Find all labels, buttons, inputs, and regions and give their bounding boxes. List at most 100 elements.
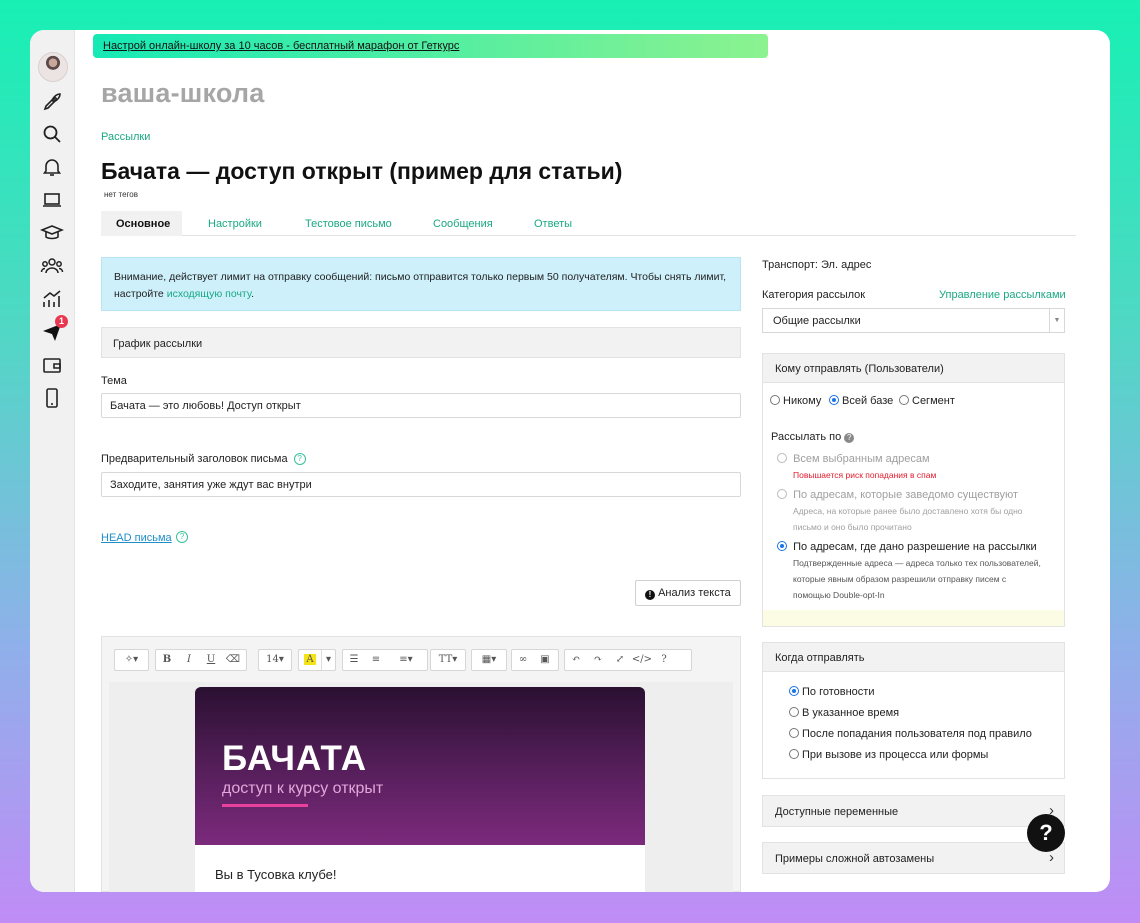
italic-icon[interactable]: I bbox=[178, 650, 200, 670]
tab-settings[interactable]: Настройки bbox=[208, 211, 262, 236]
send-by-label: Рассылать по ? bbox=[771, 431, 855, 443]
school-name: ваша-школа bbox=[101, 78, 265, 108]
radio-icon bbox=[777, 541, 787, 551]
search-icon[interactable] bbox=[40, 122, 64, 146]
outgoing-mail-link[interactable]: исходящую почту bbox=[167, 288, 251, 300]
when-option-rule[interactable]: После попадания пользователя под правило bbox=[789, 728, 1032, 740]
subject-input[interactable]: Бачата — это любовь! Доступ открыт bbox=[101, 393, 741, 418]
chevron-down-icon: ▼ bbox=[1049, 309, 1064, 332]
tab-main[interactable]: Основное bbox=[101, 211, 182, 236]
chevron-down-icon[interactable]: ▾ bbox=[321, 650, 335, 670]
send-by-option-permitted[interactable]: По адресам, где дано разрешение на рассы… bbox=[777, 541, 1037, 553]
when-option-time-label: В указанное время bbox=[802, 707, 900, 719]
tab-messages[interactable]: Сообщения bbox=[433, 211, 493, 236]
send-by-option-all-label: Всем выбранным адресам bbox=[793, 453, 930, 465]
breadcrumb[interactable]: Рассылки bbox=[101, 131, 150, 143]
phone-icon[interactable] bbox=[40, 386, 64, 410]
undo-icon[interactable]: ↶ bbox=[565, 650, 587, 670]
bold-icon[interactable]: B bbox=[156, 650, 178, 670]
recipient-option-none[interactable]: Никому bbox=[770, 395, 821, 407]
highlight-icon[interactable]: A bbox=[299, 650, 321, 670]
when-title: Когда отправлять bbox=[763, 643, 1064, 672]
fullscreen-icon[interactable]: ⤢ bbox=[609, 650, 631, 670]
underline-icon[interactable]: U bbox=[200, 650, 222, 670]
send-by-option-existing[interactable]: По адресам, которые заведомо существуют bbox=[777, 489, 1018, 501]
color-group: A ▾ bbox=[298, 649, 336, 671]
when-option-ready[interactable]: По готовности bbox=[789, 686, 874, 698]
send-by-option-all[interactable]: Всем выбранным адресам bbox=[777, 453, 930, 465]
rocket-icon[interactable] bbox=[40, 90, 64, 114]
radio-icon bbox=[777, 489, 787, 499]
category-label: Категория рассылок bbox=[762, 289, 866, 301]
help-icon[interactable]: ? bbox=[653, 650, 675, 670]
help-fab-button[interactable]: ? bbox=[1027, 814, 1065, 852]
autoreplace-panel[interactable]: Примеры сложной автозамены › bbox=[762, 842, 1065, 874]
eraser-icon[interactable]: ⌫ bbox=[222, 650, 244, 670]
preheader-input[interactable]: Заходите, занятия уже ждут вас внутри bbox=[101, 472, 741, 497]
wallet-icon[interactable] bbox=[40, 353, 64, 377]
font-size-number: 14 bbox=[266, 654, 279, 665]
analyze-text-label: Анализ текста bbox=[658, 587, 731, 599]
recipient-option-none-label: Никому bbox=[783, 395, 822, 407]
bullet-list-icon[interactable]: ☰ bbox=[343, 650, 365, 670]
preheader-label-text: Предварительный заголовок письма bbox=[101, 453, 288, 465]
head-link[interactable]: HEAD письма bbox=[101, 532, 172, 544]
manage-mailings-link[interactable]: Управление рассылками bbox=[939, 289, 1066, 301]
text-style-button[interactable]: TT▾ bbox=[430, 649, 466, 671]
promo-banner[interactable]: Настрой онлайн-школу за 10 часов - беспл… bbox=[93, 34, 768, 58]
info-icon: ! bbox=[645, 590, 655, 600]
when-option-ready-label: По готовности bbox=[802, 686, 875, 698]
email-body: Вы в Тусовка клубе! bbox=[195, 845, 645, 892]
chart-icon[interactable] bbox=[40, 287, 64, 311]
help-icon[interactable]: ? bbox=[844, 433, 855, 443]
magic-wand-button[interactable]: ✧▾ bbox=[114, 649, 149, 671]
bell-icon[interactable] bbox=[40, 155, 64, 179]
font-size-value: 14▾ bbox=[266, 654, 284, 665]
graduation-cap-icon[interactable] bbox=[39, 221, 65, 245]
numbered-list-icon[interactable]: ≡ bbox=[365, 650, 387, 670]
when-option-process[interactable]: При вызове из процесса или формы bbox=[789, 749, 988, 761]
tab-replies[interactable]: Ответы bbox=[534, 211, 572, 236]
font-size-select[interactable]: 14▾ bbox=[258, 649, 292, 671]
radio-icon bbox=[789, 686, 799, 696]
variables-panel[interactable]: Доступные переменные › bbox=[762, 795, 1065, 827]
recipients-title: Кому отправлять (Пользователи) bbox=[763, 354, 1064, 383]
transport-label: Транспорт: Эл. адрес bbox=[762, 259, 872, 271]
table-button[interactable]: ▦▾ bbox=[471, 649, 507, 671]
help-icon[interactable]: ? bbox=[176, 531, 188, 543]
hero-subtitle: доступ к курсу открыт bbox=[222, 780, 384, 797]
category-select[interactable]: Общие рассылки ▼ bbox=[762, 308, 1065, 333]
send-by-option-existing-note: Адреса, на которые ранее было доставлено… bbox=[793, 506, 1023, 532]
avatar[interactable] bbox=[38, 52, 68, 82]
head-link-text[interactable]: HEAD письма bbox=[101, 532, 172, 544]
page-title: Бачата — доступ открыт (пример для стать… bbox=[101, 158, 623, 184]
category-select-value: Общие рассылки bbox=[773, 315, 861, 327]
magic-wand-icon: ✧▾ bbox=[124, 654, 139, 665]
email-body-text: Вы в Тусовка клубе! bbox=[215, 867, 337, 882]
tab-test-email[interactable]: Тестовое письмо bbox=[305, 211, 392, 236]
box-footer bbox=[763, 610, 1064, 626]
radio-icon bbox=[899, 395, 909, 405]
tags-label[interactable]: нет тегов bbox=[104, 190, 138, 199]
autoreplace-panel-label: Примеры сложной автозамены bbox=[775, 853, 935, 865]
link-icon[interactable]: ∞ bbox=[512, 650, 534, 670]
when-option-time[interactable]: В указанное время bbox=[789, 707, 899, 719]
code-icon[interactable]: </> bbox=[631, 650, 653, 670]
radio-icon bbox=[829, 395, 839, 405]
redo-icon[interactable]: ↷ bbox=[587, 650, 609, 670]
editor-canvas[interactable]: БАЧАТА доступ к курсу открыт Вы в Тусовк… bbox=[109, 682, 733, 892]
radio-icon bbox=[777, 453, 787, 463]
send-by-option-existing-label: По адресам, которые заведомо существуют bbox=[793, 489, 1019, 501]
tab-bar: Основное Настройки Тестовое письмо Сообщ… bbox=[101, 211, 1076, 236]
sidebar: 1 bbox=[30, 30, 75, 892]
help-icon[interactable]: ? bbox=[293, 453, 306, 466]
recipient-option-segment[interactable]: Сегмент bbox=[899, 395, 955, 407]
image-icon[interactable]: ▣ bbox=[534, 650, 556, 670]
laptop-icon[interactable] bbox=[40, 188, 64, 212]
align-icon[interactable]: ≡▾ bbox=[387, 650, 425, 670]
send-by-label-text: Рассылать по bbox=[771, 431, 842, 443]
users-icon[interactable] bbox=[40, 254, 64, 278]
schedule-panel[interactable]: График рассылки bbox=[101, 327, 741, 358]
analyze-text-button[interactable]: ! Анализ текста bbox=[635, 580, 741, 606]
recipient-option-all[interactable]: Всей базе bbox=[829, 395, 893, 407]
